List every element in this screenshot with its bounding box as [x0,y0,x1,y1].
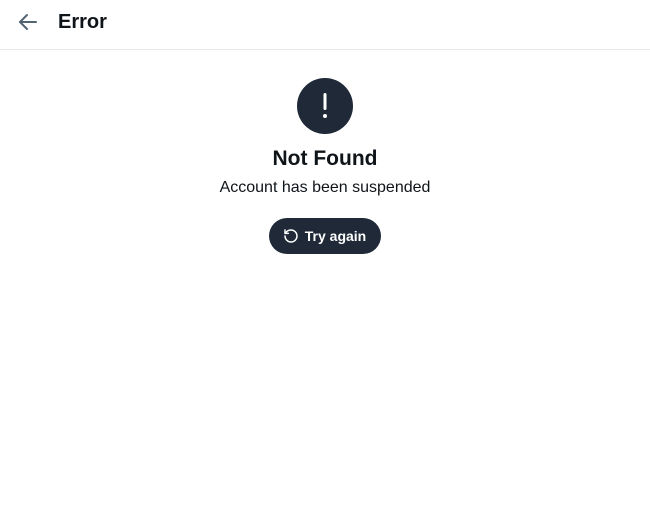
arrow-left-icon [16,10,40,34]
back-button[interactable] [10,4,46,40]
try-again-button[interactable]: Try again [268,218,382,254]
exclamation-icon [321,93,329,119]
error-panel: Not Found Account has been suspended Try… [0,51,650,254]
header-bar: Error [0,0,650,50]
rotate-ccw-icon [283,228,299,244]
error-message: Account has been suspended [219,179,431,196]
page-title: Error [58,11,107,33]
error-badge [297,78,353,134]
error-title: Not Found [272,147,378,170]
try-again-label: Try again [304,228,367,244]
